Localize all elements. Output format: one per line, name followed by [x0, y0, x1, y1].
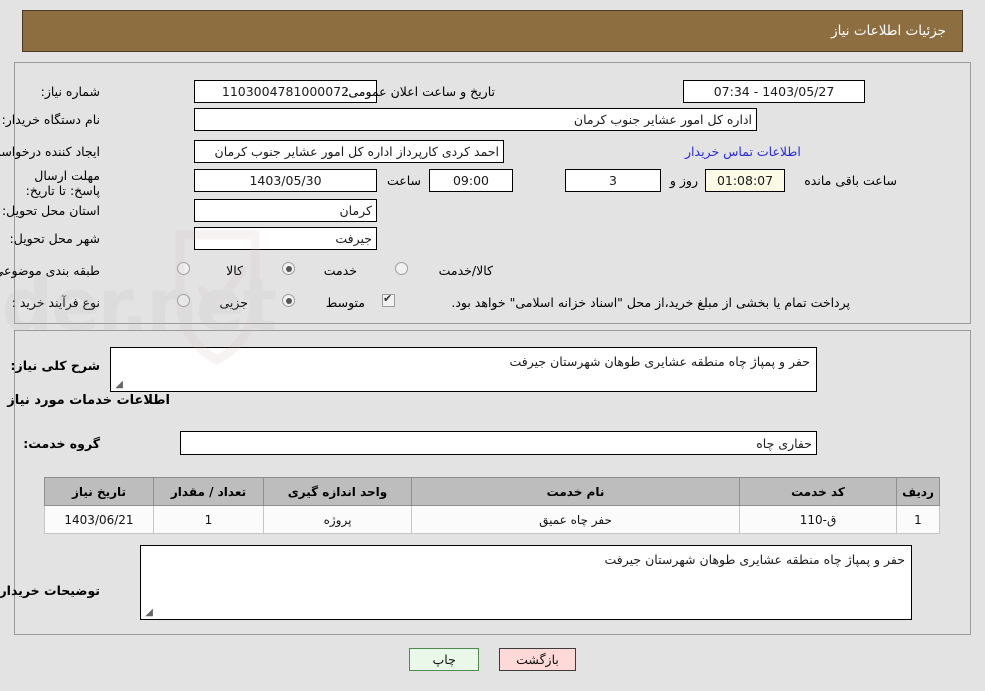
province-value: کرمان [194, 199, 377, 222]
th-unit: واحد اندازه گیری [263, 477, 412, 506]
window-titlebar: جزئیات اطلاعات نیاز [22, 10, 963, 52]
table-row: 1 ق-110 حفر چاه عمیق پروژه 1 1403/06/21 [44, 505, 940, 534]
province-label: استان محل تحویل: [1, 203, 100, 218]
resize-grip-icon[interactable]: ◢ [143, 608, 153, 618]
process-label: نوع فرآیند خرید : [11, 295, 100, 310]
cell-service-code: ق-110 [739, 505, 897, 534]
th-need-date: تاریخ نیاز [44, 477, 154, 506]
page-title: جزئیات اطلاعات نیاز [831, 23, 946, 39]
cell-service-name: حفر چاه عمیق [411, 505, 740, 534]
category-label: طبقه بندی موضوعی: [0, 263, 100, 278]
countdown-timer: 01:08:07 [705, 169, 785, 192]
cell-row-no: 1 [896, 505, 940, 534]
radio-category-goods-service-label[interactable]: کالا/خدمت [439, 263, 493, 278]
creator-value: احمد کردی کارپرداز اداره کل امور عشایر ج… [194, 140, 504, 163]
days-unit-label: روز و [669, 173, 698, 188]
general-description-textarea[interactable]: حفر و پمپاژ چاه منطقه عشایری طوهان شهرست… [110, 347, 817, 392]
general-description-value: حفر و پمپاژ چاه منطقه عشایری طوهان شهرست… [509, 354, 810, 369]
treasury-bonds-checkbox[interactable] [382, 292, 395, 307]
deadline-label: مهلت ارسال پاسخ: تا تاریخ: [25, 168, 100, 198]
buyer-notes-value: حفر و پمپاژ چاه منطقه عشایری طوهان شهرست… [604, 552, 905, 567]
deadline-date-value: 1403/05/30 [194, 169, 377, 192]
public-announce-label: تاریخ و ساعت اعلان عمومی: [344, 84, 495, 99]
radio-category-service[interactable] [282, 262, 295, 275]
resize-grip-icon[interactable]: ◢ [113, 380, 123, 390]
deadline-hour-label: ساعت [386, 173, 421, 188]
cell-quantity: 1 [153, 505, 264, 534]
time-left-suffix-label: ساعت باقی مانده [804, 173, 897, 188]
radio-category-goods-service[interactable] [395, 262, 408, 275]
city-label: شهر محل تحویل: [9, 231, 100, 246]
page-root: AriaTender.net جزئیات اطلاعات نیاز شماره… [0, 0, 985, 691]
radio-process-minor[interactable] [177, 294, 190, 307]
th-service-code: کد خدمت [739, 477, 897, 506]
table-header-row: ردیف کد خدمت نام خدمت واحد اندازه گیری ت… [44, 477, 940, 506]
services-table: ردیف کد خدمت نام خدمت واحد اندازه گیری ت… [44, 477, 940, 534]
radio-category-goods[interactable] [177, 262, 190, 275]
deadline-hour-value: 09:00 [429, 169, 513, 192]
general-description-label: شرح کلی نیاز: [10, 358, 100, 373]
buyer-contact-link[interactable]: اطلاعات تماس خریدار [685, 144, 801, 159]
radio-process-minor-label[interactable]: جزیی [219, 295, 248, 310]
service-group-value: حفاری چاه [180, 431, 817, 455]
creator-label: ایجاد کننده درخواست: [0, 144, 100, 159]
need-number-label: شماره نیاز: [40, 84, 100, 99]
days-left-value: 3 [565, 169, 661, 192]
buyer-org-value: اداره کل امور عشایر جنوب کرمان [194, 108, 757, 131]
public-announce-value: 1403/05/27 - 07:34 [683, 80, 865, 103]
footer-button-row: بازگشت چاپ [0, 648, 985, 671]
buyer-org-label: نام دستگاه خریدار: [1, 112, 100, 127]
radio-process-medium-label[interactable]: متوسط [326, 295, 365, 310]
cell-need-date: 1403/06/21 [44, 505, 154, 534]
treasury-bonds-text: پرداخت تمام یا بخشی از مبلغ خرید،از محل … [451, 295, 850, 310]
th-row-no: ردیف [896, 477, 940, 506]
th-quantity: تعداد / مقدار [153, 477, 264, 506]
print-button[interactable]: چاپ [409, 648, 480, 671]
cell-unit: پروژه [263, 505, 412, 534]
services-section-caption: اطلاعات خدمات مورد نیاز [7, 393, 170, 408]
back-button[interactable]: بازگشت [499, 648, 576, 671]
th-service-name: نام خدمت [411, 477, 740, 506]
buyer-notes-label: توضیحات خریدار: [0, 583, 100, 598]
radio-category-goods-label[interactable]: کالا [226, 263, 243, 278]
radio-category-service-label[interactable]: خدمت [324, 263, 357, 278]
city-value: جیرفت [194, 227, 377, 250]
radio-process-medium[interactable] [282, 294, 295, 307]
buyer-notes-textarea[interactable]: حفر و پمپاژ چاه منطقه عشایری طوهان شهرست… [140, 545, 912, 620]
service-group-label: گروه خدمت: [23, 436, 100, 451]
